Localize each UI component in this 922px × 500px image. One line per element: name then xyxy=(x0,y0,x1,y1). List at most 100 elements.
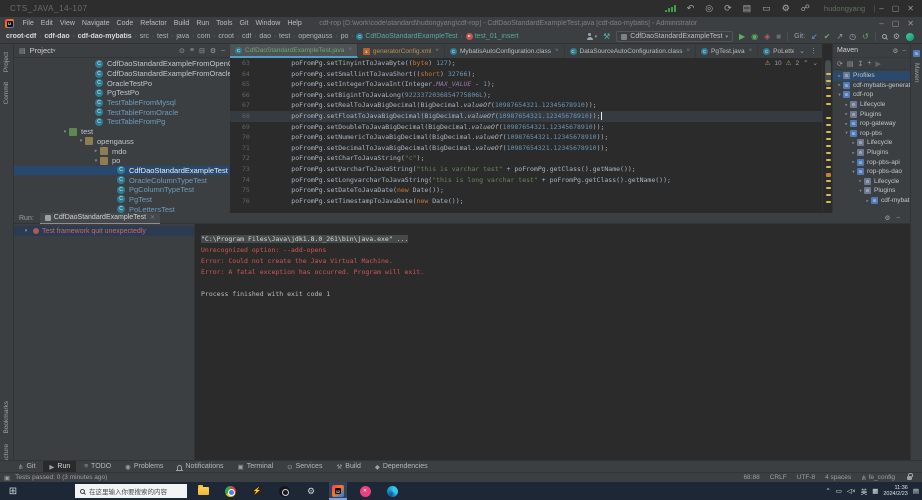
maven-item-lifecycle[interactable]: ▸ ⚙ Lifecycle xyxy=(833,138,910,148)
stripe-project-button[interactable]: Project xyxy=(3,52,10,72)
menu-help[interactable]: Help xyxy=(284,20,305,27)
minimize-button[interactable]: – xyxy=(875,4,887,13)
collapse-all-icon[interactable]: ⊟ xyxy=(199,47,205,55)
close-icon[interactable]: × xyxy=(749,48,753,54)
stripe-mark[interactable] xyxy=(826,159,831,161)
add-icon[interactable]: + xyxy=(867,60,871,67)
tree-item-mdo[interactable]: ▸ mdo xyxy=(14,146,230,156)
code-line[interactable]: 72 poFromPg.setCharToJavaString("c"); xyxy=(230,153,822,164)
breadcrumb-item[interactable]: croot-cdf xyxy=(6,33,36,40)
taskbar-app-edge[interactable] xyxy=(383,482,401,500)
line-number[interactable]: 64 xyxy=(230,69,260,80)
file-encoding[interactable]: UTF-8 xyxy=(797,474,815,481)
close-button[interactable]: ✕ xyxy=(903,4,918,13)
line-number[interactable]: 67 xyxy=(230,100,260,111)
tree-item-opengauss[interactable]: ▾ opengauss xyxy=(14,137,230,147)
chevron-down-icon[interactable]: ▾ xyxy=(22,228,30,234)
folder-icon[interactable]: ▤ xyxy=(847,60,854,68)
tree-item-pgtest[interactable]: C PgTest xyxy=(14,195,230,205)
tree-item-pgcolumntypetest[interactable]: C PgColumnTypeTest xyxy=(14,185,230,195)
git-rollback-button[interactable]: ↺ xyxy=(862,32,869,41)
run-tab[interactable]: CdfDaoStandardExampleTest ✕ xyxy=(39,212,161,224)
tree-item-cdfdaostandardexamplefromoracle[interactable]: C CdfDaoStandardExampleFromOracle xyxy=(14,69,230,79)
test-result-row[interactable]: ▾ Test framework quit unexpectedly xyxy=(14,226,194,236)
git-history-button[interactable]: ◷ xyxy=(849,32,856,41)
line-number[interactable]: 70 xyxy=(230,132,260,143)
close-icon[interactable]: × xyxy=(348,47,352,53)
stripe-maven-button[interactable]: Maven xyxy=(913,63,920,83)
settings-button[interactable]: ⚙ xyxy=(893,32,900,41)
stripe-mark[interactable] xyxy=(826,180,831,182)
taskbar-search[interactable]: 在这里输入你要搜索的内容 xyxy=(75,484,187,498)
toolwindow-services-button[interactable]: ⊙ Services xyxy=(281,461,328,473)
apps-icon[interactable]: ▤ xyxy=(743,3,752,14)
taskbar-app-file-explorer[interactable] xyxy=(194,482,212,500)
touch-keyboard-icon[interactable]: ▦ xyxy=(872,487,878,495)
locate-icon[interactable]: ⊙ xyxy=(179,47,185,55)
next-issue-icon[interactable]: ⌄ xyxy=(813,59,818,67)
code-line[interactable]: 68 poFromPg.setFloatToJavaBigDecimal(Big… xyxy=(230,110,822,122)
taskbar-app-media-app[interactable]: ✕ xyxy=(356,482,374,500)
toolwindow-problems-button[interactable]: ◉ Problems xyxy=(119,461,169,473)
tree-item-testtablefrompg[interactable]: C TestTableFromPg xyxy=(14,117,230,127)
git-push-button[interactable]: ↗ xyxy=(836,32,843,41)
breadcrumb-item[interactable]: cdf xyxy=(242,33,251,40)
stripe-bookmarks-button[interactable]: Bookmarks xyxy=(3,401,10,434)
sync-icon[interactable]: ⟳ xyxy=(724,3,732,14)
taskbar-clock[interactable]: 11:36 2024/2/23 xyxy=(883,485,907,498)
window-switcher-icon[interactable]: ▣ xyxy=(4,474,10,482)
breadcrumb-item[interactable]: java xyxy=(176,33,189,40)
breadcrumb-item[interactable]: opengauss xyxy=(298,33,332,40)
tree-item-testtablefrommysql[interactable]: C TestTableFromMysql xyxy=(14,98,230,108)
menu-file[interactable]: File xyxy=(19,20,37,27)
volume-muted-icon[interactable]: ◁× xyxy=(847,487,856,495)
menu-edit[interactable]: Edit xyxy=(37,20,56,27)
editor-tab-cdfdaostandardexampletest-java[interactable]: C CdfDaoStandardExampleTest.java × xyxy=(230,44,358,58)
code-line[interactable]: 76 poFromPg.setTimestampToJavaDate(new D… xyxy=(230,196,822,207)
breadcrumb-item[interactable]: cdf-dao-mybatis xyxy=(78,33,132,40)
line-number[interactable]: 76 xyxy=(230,196,260,207)
toolwindow-git-button[interactable]: ⋔ Git xyxy=(12,461,41,473)
close-icon[interactable]: ✕ xyxy=(150,214,155,221)
tree-item-cdfdaostandardexamplefromopengauss[interactable]: C CdfDaoStandardExampleFromOpenGauss xyxy=(14,59,230,69)
signal-icon[interactable] xyxy=(664,5,676,12)
stripe-mark[interactable] xyxy=(826,166,831,168)
breadcrumb-item[interactable]: po xyxy=(341,33,349,40)
menu-build[interactable]: Build xyxy=(170,20,193,27)
breadcrumb-item[interactable]: cdf-dao xyxy=(44,33,69,40)
scroll-to-source-icon[interactable]: ≡ xyxy=(190,47,194,55)
maven-item-profiles[interactable]: ▸ ⚙ Profiles xyxy=(833,71,910,81)
plugin-button[interactable] xyxy=(906,32,914,41)
toolwindow-terminal-button[interactable]: ▣ Terminal xyxy=(232,461,280,473)
tree-item-cdfdaostandardexampletest[interactable]: C CdfDaoStandardExampleTest xyxy=(14,165,230,176)
menu-refactor[interactable]: Refactor xyxy=(137,20,170,27)
stop-button[interactable]: ■ xyxy=(776,32,781,41)
stripe-mark[interactable] xyxy=(826,124,831,126)
taskbar-app-chrome[interactable] xyxy=(221,482,239,500)
line-number[interactable]: 68 xyxy=(230,111,260,122)
tree-item-pgtestpo[interactable]: C PgTestPo xyxy=(14,88,230,98)
code-line[interactable]: 64 poFromPg.setSmallintToJavaShort((shor… xyxy=(230,69,822,80)
code-line[interactable]: 67 poFromPg.setRealToJavaBigDecimal(BigD… xyxy=(230,100,822,111)
stripe-mark[interactable] xyxy=(826,138,831,140)
maven-item-cdf-rop[interactable]: ▾ m cdf-rop xyxy=(833,90,910,100)
stripe-mark[interactable] xyxy=(826,173,831,177)
line-number[interactable]: 75 xyxy=(230,185,260,196)
maven-item-plugins[interactable]: ▾ ⚙ Plugins xyxy=(833,186,910,196)
code-line[interactable]: 74 poFromPg.setLongvarcharToJavaString("… xyxy=(230,175,822,186)
taskbar-app-lightning-app[interactable]: ⚡ xyxy=(248,482,266,500)
inspection-widget[interactable]: ⚠ 10 ⚠ 2 ⌃ ⌄ xyxy=(765,59,818,68)
tree-item-oracletestpo[interactable]: C OracleTestPo xyxy=(14,78,230,88)
taskbar-app-game-bar[interactable] xyxy=(275,482,293,500)
close-icon[interactable]: × xyxy=(555,48,559,54)
maven-item-cdf-mybatis-generator[interactable]: ▸ m cdf-mybatis-generator xyxy=(833,81,910,91)
restore-button[interactable]: ▢ xyxy=(888,19,904,28)
maven-item-rop-pbs-dao[interactable]: ▾ m rop-pbs-dao xyxy=(833,167,910,177)
breadcrumb-item[interactable]: test xyxy=(279,33,290,40)
menu-tools[interactable]: Tools xyxy=(213,20,236,27)
toolwindow-notifications-button[interactable]: Notifications xyxy=(171,461,229,473)
breadcrumb-item[interactable]: com xyxy=(197,33,210,40)
debug-button[interactable]: ◉ xyxy=(751,32,758,41)
run-button[interactable]: ▶ xyxy=(739,32,745,41)
stripe-mark[interactable] xyxy=(826,95,831,97)
